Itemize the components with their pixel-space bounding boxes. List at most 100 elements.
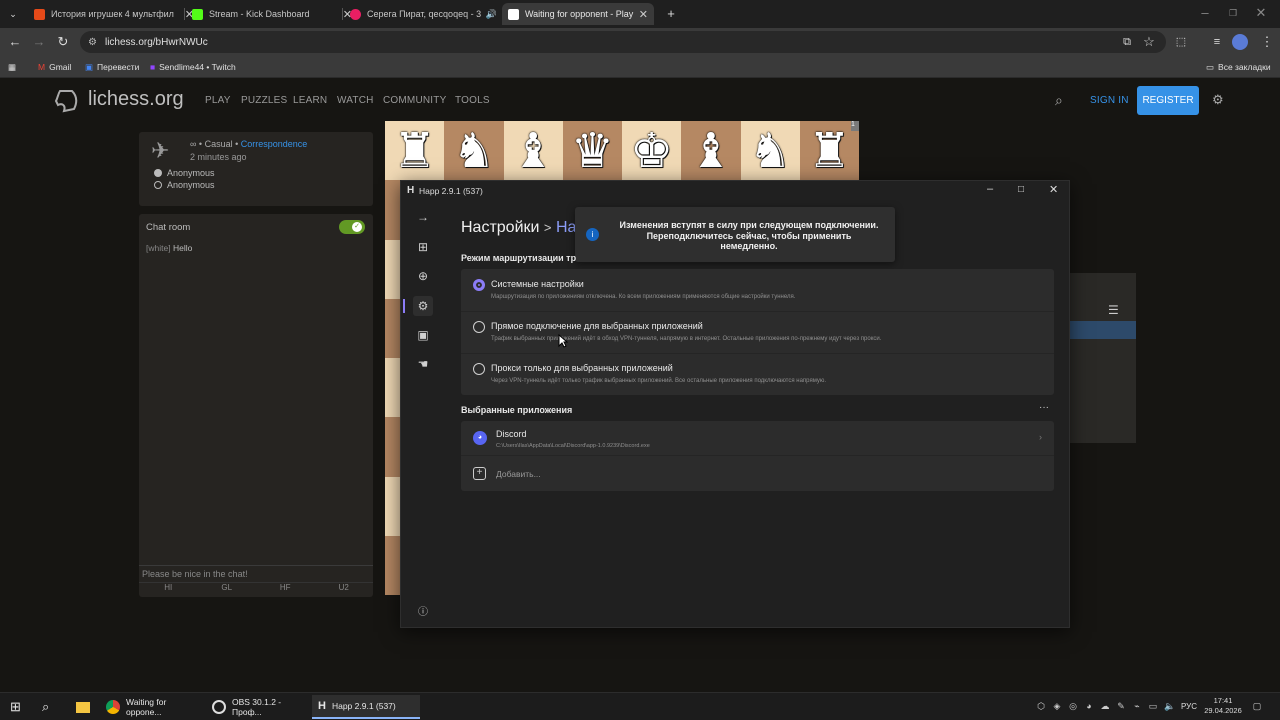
site-info-icon[interactable]: ⚙ <box>88 37 97 48</box>
image-icon[interactable]: ▣ <box>413 325 433 345</box>
tray-security-icon[interactable]: ◈ <box>1052 701 1062 711</box>
menu-icon[interactable]: ⋮ <box>1258 33 1276 51</box>
hamburger-icon[interactable]: ☰ <box>1108 303 1119 317</box>
chess-piece[interactable]: ♞ <box>749 123 792 179</box>
chess-piece[interactable]: ♛ <box>571 123 614 179</box>
option-system[interactable]: Системные настройки Маршрутизация по при… <box>461 269 1054 311</box>
file-explorer-icon[interactable] <box>70 695 96 719</box>
board-square[interactable]: ♝ <box>681 121 741 181</box>
chess-piece[interactable]: ♚ <box>630 123 673 179</box>
minimize-icon[interactable]: – <box>1196 4 1214 22</box>
nav-learn[interactable]: LEARN <box>293 95 327 106</box>
board-square[interactable]: ♛ <box>562 121 622 181</box>
lichess-logo-icon[interactable] <box>52 87 80 115</box>
add-square-icon[interactable]: ⊞ <box>413 237 433 257</box>
tray-network-icon[interactable]: ⬡ <box>1036 701 1046 711</box>
chess-piece[interactable]: ♝ <box>512 123 555 179</box>
browser-tab[interactable]: История игрушек 4 мультфил ✕ <box>28 3 200 25</box>
player-black[interactable]: Anonymous <box>167 180 215 190</box>
profile-avatar[interactable] <box>1232 34 1248 50</box>
bookmark-gmail[interactable]: M Gmail <box>38 60 71 74</box>
volume-icon[interactable]: 🔈 <box>1164 701 1175 711</box>
media-icon[interactable]: ≡ <box>1208 33 1226 51</box>
clock[interactable]: 17:41 29.04.2026 <box>1204 696 1242 716</box>
breadcrumb-root[interactable]: Настройки <box>461 219 539 236</box>
radio-system[interactable] <box>473 279 485 291</box>
notifications-icon[interactable]: ▢ <box>1252 701 1262 711</box>
search-icon[interactable]: ⌕ <box>1055 92 1063 109</box>
chess-piece[interactable]: ♜ <box>393 123 436 179</box>
minimize-icon[interactable]: – <box>987 183 993 195</box>
browser-tab-active[interactable]: Waiting for opponent - Play An ✕ <box>502 3 654 25</box>
chess-piece[interactable]: ♞ <box>452 123 495 179</box>
tray-display-icon[interactable]: ▭ <box>1148 701 1158 711</box>
add-app-row[interactable]: + Добавить... <box>461 456 1054 491</box>
nav-watch[interactable]: WATCH <box>337 95 374 106</box>
sign-in-link[interactable]: SIGN IN <box>1090 95 1129 106</box>
globe-icon[interactable]: ⊕ <box>413 266 433 286</box>
close-icon[interactable]: ✕ <box>1049 183 1058 196</box>
taskbar-happ[interactable]: H Happ 2.9.1 (537) <box>312 695 420 719</box>
chat-input[interactable]: Please be nice in the chat! <box>139 565 373 581</box>
settings-gear-icon[interactable]: ⚙ <box>1212 92 1224 108</box>
tray-cloud-icon[interactable]: ☁ <box>1100 701 1110 711</box>
option-direct[interactable]: Прямое подключение для выбранных приложе… <box>461 312 1054 353</box>
close-window-icon[interactable]: ✕ <box>1252 4 1270 22</box>
nav-play[interactable]: PLAY <box>205 95 231 106</box>
radio-proxy[interactable] <box>473 363 485 375</box>
register-button[interactable]: REGISTER <box>1137 86 1199 115</box>
tray-pen-icon[interactable]: ✎ <box>1116 701 1126 711</box>
apps-grid-icon[interactable]: ▦ <box>8 60 16 74</box>
more-options-icon[interactable]: ··· <box>1039 402 1049 413</box>
new-tab-icon[interactable]: + <box>662 5 680 23</box>
board-square[interactable]: ♚ <box>622 121 682 181</box>
board-square[interactable]: ♞ <box>740 121 800 181</box>
audio-icon[interactable]: 🔊 <box>486 9 497 20</box>
tab-search-icon[interactable]: ⌄ <box>4 5 22 23</box>
chat-toggle[interactable]: ✓ <box>339 220 365 234</box>
bookmark-translate[interactable]: ▣ Перевести <box>85 60 139 74</box>
tray-app-icon[interactable]: ◎ <box>1068 701 1078 711</box>
tray-usb-icon[interactable]: ⌁ <box>1132 701 1142 711</box>
arrow-right-icon[interactable]: → <box>413 207 433 227</box>
taskbar-chrome[interactable]: Waiting for oppone... <box>100 695 206 719</box>
browser-tab[interactable]: Stream - Kick Dashboard ✕ <box>186 3 358 25</box>
app-row-discord[interactable]: ◕ Discord C:\Users\Ilas\AppData\Local\Di… <box>461 421 1054 454</box>
player-white[interactable]: Anonymous <box>167 168 215 178</box>
back-icon[interactable]: ← <box>6 33 24 51</box>
correspondence-link[interactable]: Correspondence <box>241 139 308 149</box>
option-proxy[interactable]: Прокси только для выбранных приложений Ч… <box>461 354 1054 395</box>
preset-hf[interactable]: HF <box>256 583 315 597</box>
nav-tools[interactable]: TOOLS <box>455 95 490 106</box>
browser-tab[interactable]: Серега Пират, qecqoqeq - 3 🔊 ✕ <box>344 3 516 25</box>
bookmark-twitch[interactable]: ■ Sendlime44 • Twitch <box>150 60 236 74</box>
radio-direct[interactable] <box>473 321 485 333</box>
search-icon[interactable]: ⌕ <box>36 695 55 719</box>
taskbar-obs[interactable]: OBS 30.1.2 - Проф... <box>206 695 312 719</box>
settings-gear-icon[interactable]: ⚙ <box>413 296 433 316</box>
preset-u2[interactable]: U2 <box>315 583 374 597</box>
extensions-icon[interactable]: ⬚ <box>1172 33 1190 51</box>
board-square[interactable]: ♝ <box>503 121 563 181</box>
board-square[interactable]: ♜ <box>385 121 445 181</box>
reload-icon[interactable]: ↻ <box>54 33 72 51</box>
bookmark-star-icon[interactable]: ☆ <box>1140 33 1158 51</box>
site-logo-text[interactable]: lichess.org <box>88 88 184 111</box>
forward-icon[interactable]: → <box>30 33 48 51</box>
maximize-icon[interactable]: □ <box>1018 184 1024 195</box>
board-square[interactable]: ♞ <box>444 121 504 181</box>
chess-piece[interactable]: ♝ <box>689 123 732 179</box>
close-icon[interactable]: ✕ <box>639 8 648 21</box>
nav-community[interactable]: COMMUNITY <box>383 95 446 106</box>
preset-gl[interactable]: GL <box>198 583 257 597</box>
chess-piece[interactable]: ♜ <box>808 123 851 179</box>
nav-puzzles[interactable]: PUZZLES <box>241 95 287 106</box>
cast-icon[interactable]: ⧉ <box>1118 33 1136 51</box>
tray-discord-icon[interactable]: ◕ <box>1084 701 1094 711</box>
pointer-icon[interactable]: ☚ <box>413 354 433 374</box>
info-icon[interactable]: ⓘ <box>413 603 433 623</box>
maximize-icon[interactable]: ❐ <box>1224 4 1242 22</box>
start-windows-icon[interactable]: ⊞ <box>4 695 27 719</box>
all-bookmarks[interactable]: ▭ Все закладки <box>1206 60 1271 74</box>
preset-hi[interactable]: HI <box>139 583 198 597</box>
